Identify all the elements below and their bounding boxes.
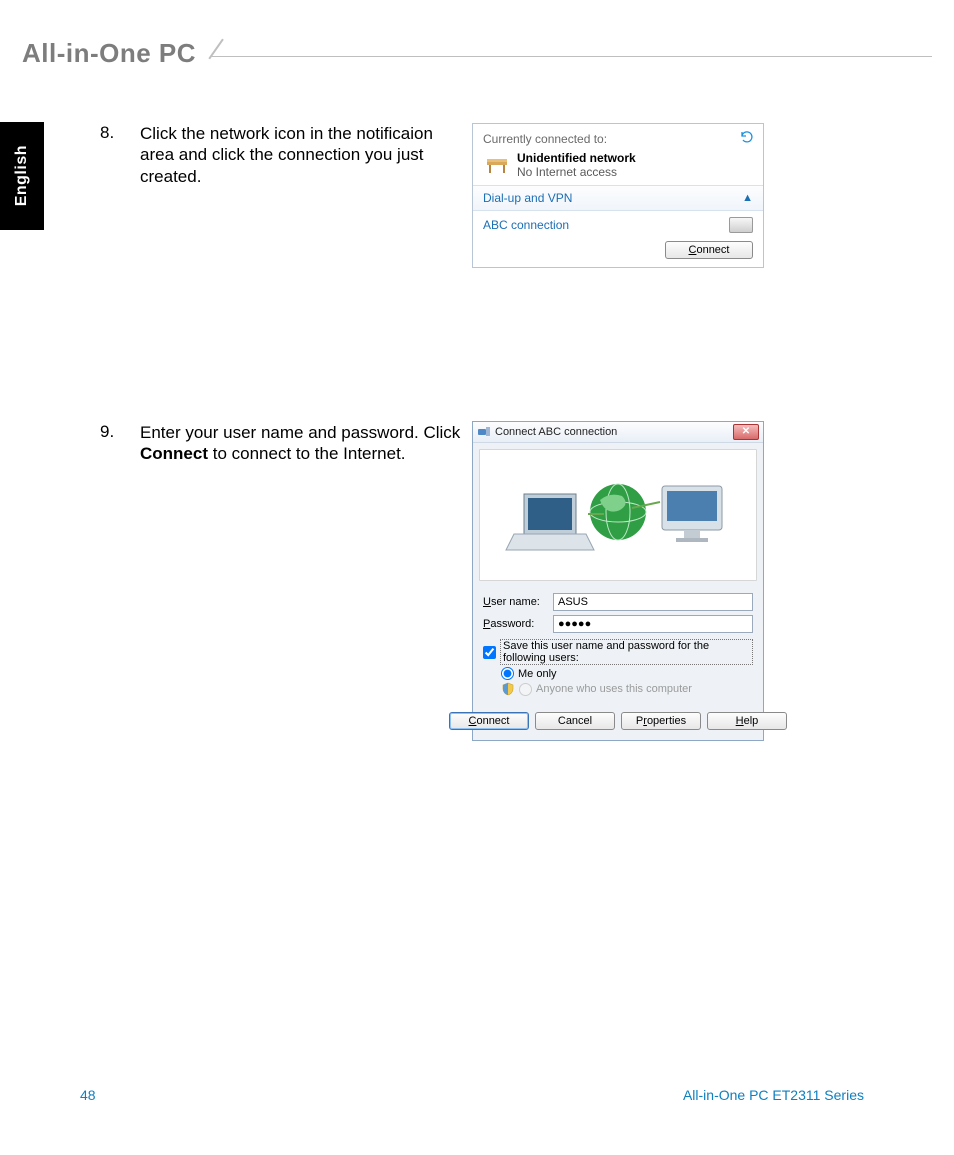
step-9-bold: Connect <box>140 444 208 463</box>
me-only-label: Me only <box>518 668 557 680</box>
dialog-connect-button[interactable]: Connect <box>449 712 529 730</box>
save-credentials-label: Save this user name and password for the… <box>500 639 753 665</box>
series-label: All-in-One PC ET2311 Series <box>683 1087 864 1103</box>
modem-icon <box>729 217 753 233</box>
network-row[interactable]: Unidentified network No Internet access <box>483 151 753 179</box>
page-header: All-in-One PC <box>22 38 932 68</box>
step-8-text: Click the network icon in the notificaio… <box>140 123 470 187</box>
step-9-text-b: to connect to the Internet. <box>208 444 406 463</box>
me-only-radio[interactable] <box>501 667 514 680</box>
dialog-properties-button[interactable]: Properties <box>621 712 701 730</box>
currently-connected-label: Currently connected to: <box>483 132 607 146</box>
network-subtext: No Internet access <box>517 165 636 179</box>
refresh-icon[interactable] <box>739 130 753 147</box>
connect-dialog: Connect ABC connection ✕ <box>472 421 764 741</box>
connection-item[interactable]: ABC connection Connect <box>473 210 763 267</box>
anyone-label: Anyone who uses this computer <box>536 683 692 695</box>
dialog-title: Connect ABC connection <box>495 426 733 438</box>
anyone-radio-row: Anyone who uses this computer <box>501 682 753 696</box>
dialog-titlebar: Connect ABC connection ✕ <box>473 422 763 443</box>
connect-button[interactable]: Connect <box>665 241 753 259</box>
dialog-button-bar: Connect Cancel Properties Help <box>473 704 763 740</box>
header-title: All-in-One PC <box>22 38 212 69</box>
flyout-header-section: Currently connected to: Unidentified net… <box>473 124 763 185</box>
dialog-cancel-button[interactable]: Cancel <box>535 712 615 730</box>
page-footer: 48 All-in-One PC ET2311 Series <box>80 1087 864 1103</box>
username-input[interactable] <box>553 593 753 611</box>
password-input[interactable] <box>553 615 753 633</box>
anyone-radio <box>519 683 532 696</box>
dialup-section-header[interactable]: Dial-up and VPN ▲ <box>473 185 763 210</box>
username-label: User name: <box>483 596 553 608</box>
dialog-form: User name: Password: Save this user name… <box>473 587 763 704</box>
step-8-number: 8. <box>100 123 130 143</box>
step-9-text-a: Enter your user name and password. Click <box>140 423 460 442</box>
dialog-icon <box>477 425 491 439</box>
close-button[interactable]: ✕ <box>733 424 759 440</box>
step-9-text: Enter your user name and password. Click… <box>140 422 470 465</box>
chevron-up-icon: ▲ <box>742 192 753 204</box>
network-name: Unidentified network <box>517 151 636 165</box>
dialup-label: Dial-up and VPN <box>483 191 572 205</box>
dialog-hero-image <box>479 449 757 581</box>
password-label: Password: <box>483 618 553 630</box>
save-credentials-checkbox[interactable] <box>483 646 496 659</box>
step-9-number: 9. <box>100 422 130 442</box>
network-flyout: Currently connected to: Unidentified net… <box>472 123 764 268</box>
me-only-radio-row[interactable]: Me only <box>501 667 753 680</box>
connection-name: ABC connection <box>483 218 569 232</box>
language-tab: English <box>0 122 44 230</box>
shield-icon <box>501 682 515 696</box>
language-label: English <box>13 145 31 206</box>
page-number: 48 <box>80 1087 96 1103</box>
dialog-help-button[interactable]: Help <box>707 712 787 730</box>
bench-icon <box>483 154 511 176</box>
save-credentials-checkbox-row[interactable]: Save this user name and password for the… <box>483 639 753 665</box>
header-diagonal <box>212 41 234 71</box>
